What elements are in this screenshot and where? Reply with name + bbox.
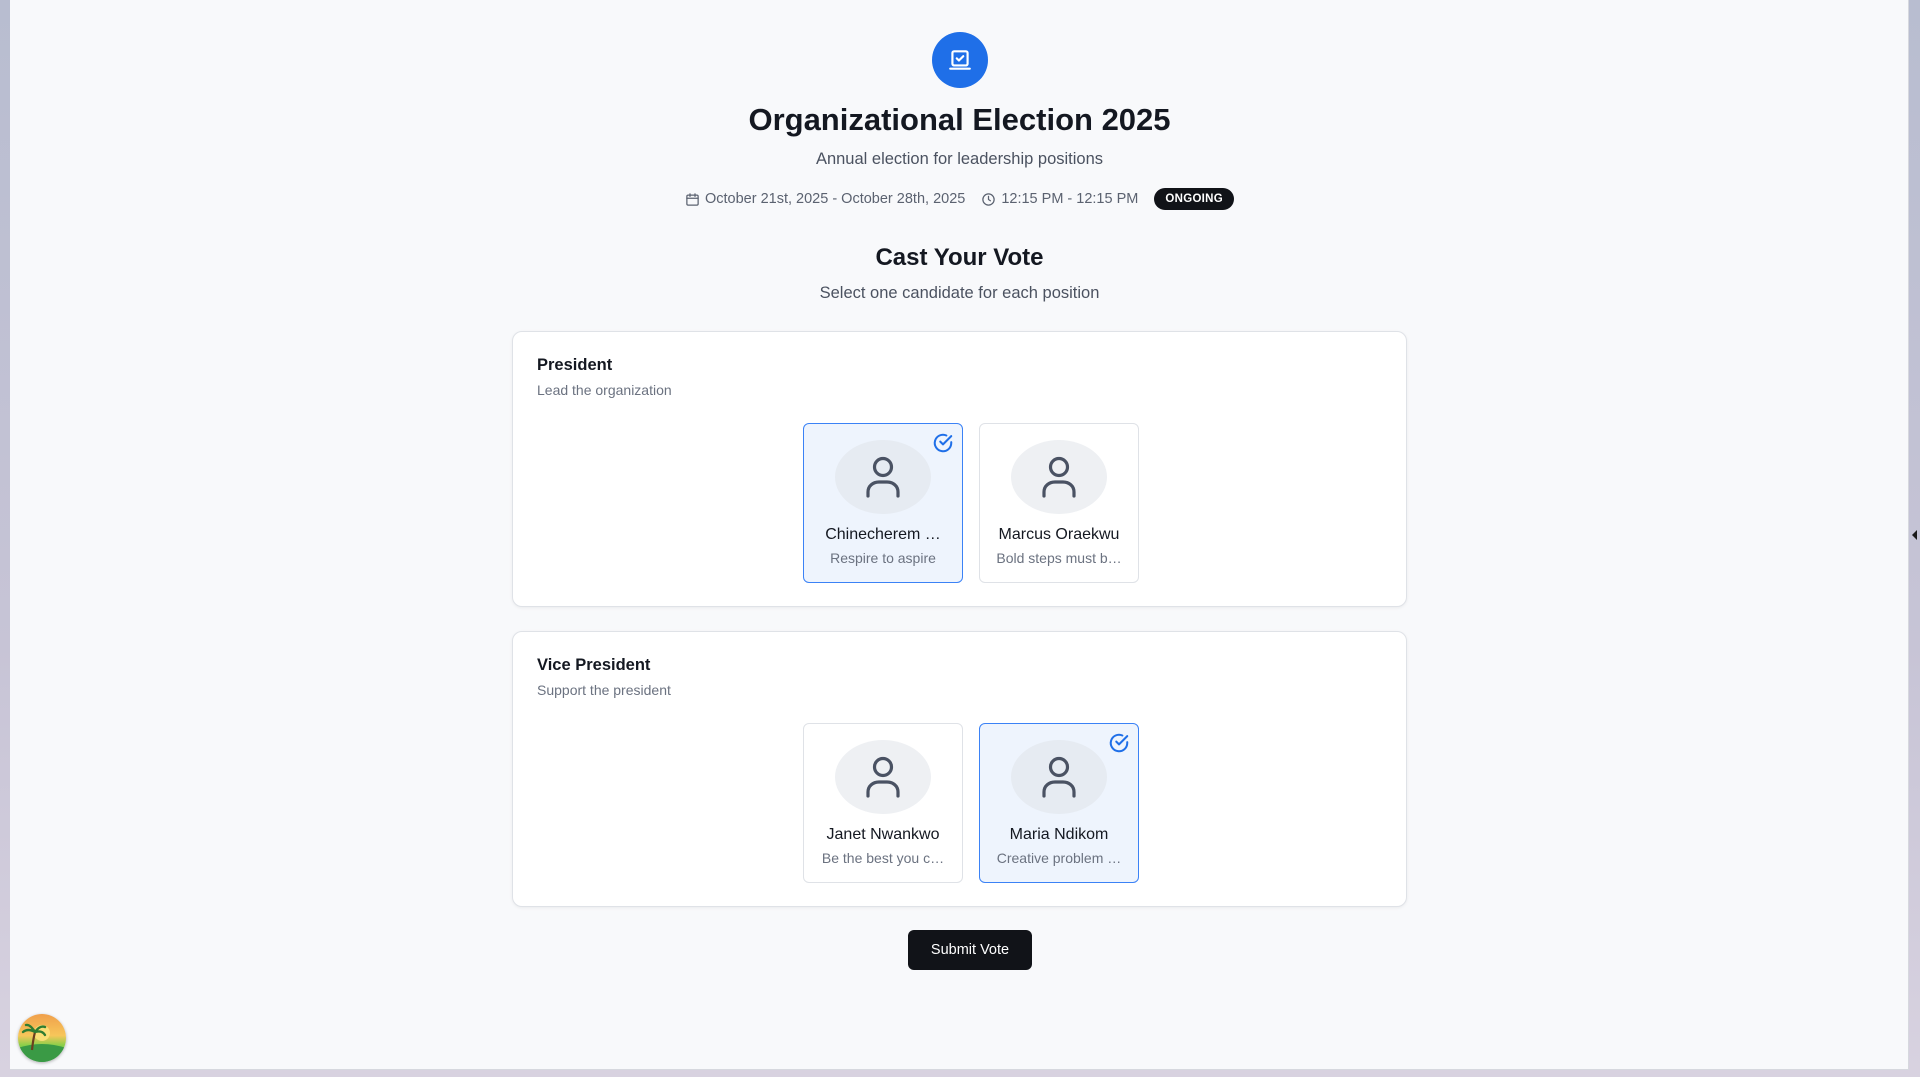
submit-vote-button[interactable]: Submit Vote (908, 930, 1032, 970)
candidate-card[interactable]: Chinecherem … Respire to aspire (803, 423, 963, 583)
candidate-motto: Respire to aspire (830, 550, 936, 566)
page-title: Organizational Election 2025 (748, 102, 1171, 137)
candidate-name: Marcus Oraekwu (998, 526, 1120, 543)
time-range-text: 12:15 PM - 12:15 PM (1001, 191, 1139, 207)
calendar-icon (686, 192, 699, 206)
position-section-president: President Lead the organization Chineche… (512, 331, 1407, 607)
candidate-motto: Be the best you c… (821, 850, 945, 866)
candidate-name: Maria Ndikom (1009, 826, 1109, 843)
candidate-card[interactable]: Marcus Oraekwu Bold steps must b… (979, 423, 1139, 583)
position-title: President (537, 356, 613, 374)
user-avatar-icon (1011, 740, 1107, 814)
check-circle-icon (1109, 733, 1129, 753)
candidate-card[interactable]: Janet Nwankwo Be the best you c… (803, 723, 963, 883)
browser-window: Organizational Election 2025 Annual elec… (10, 0, 1909, 1070)
election-meta: October 21st, 2025 - October 28th, 2025 … (10, 187, 1909, 211)
user-avatar-icon (1011, 440, 1107, 514)
position-description: Lead the organization (537, 382, 672, 398)
palm-tree-logo-icon[interactable] (18, 1014, 66, 1062)
page-subtitle: Annual election for leadership positions (815, 150, 1104, 168)
candidate-motto: Bold steps must b… (996, 550, 1122, 566)
user-avatar-icon (835, 440, 931, 514)
date-range: October 21st, 2025 - October 28th, 2025 (685, 191, 965, 207)
election-page: Organizational Election 2025 Annual elec… (10, 0, 1909, 1070)
candidate-name: Chinecherem … (825, 526, 941, 543)
candidate-card[interactable]: Maria Ndikom Creative problem … (979, 723, 1139, 883)
position-section-vice-president: Vice President Support the president Jan… (512, 631, 1407, 907)
clock-icon (982, 192, 996, 206)
collapse-arrow-icon[interactable] (1912, 530, 1917, 540)
candidate-name: Janet Nwankwo (826, 826, 940, 843)
vote-box-icon (932, 32, 988, 88)
user-avatar-icon (835, 740, 931, 814)
position-description: Support the president (537, 682, 671, 698)
check-circle-icon (933, 433, 953, 453)
date-range-text: October 21st, 2025 - October 28th, 2025 (704, 191, 966, 207)
ballot-subtitle: Select one candidate for each position (819, 284, 1100, 302)
status-badge: ONGOING (1154, 188, 1235, 210)
position-title: Vice President (537, 656, 651, 674)
ballot-title: Cast Your Vote (875, 244, 1044, 271)
time-range: 12:15 PM - 12:15 PM (981, 191, 1138, 207)
candidate-motto: Creative problem … (996, 850, 1122, 866)
